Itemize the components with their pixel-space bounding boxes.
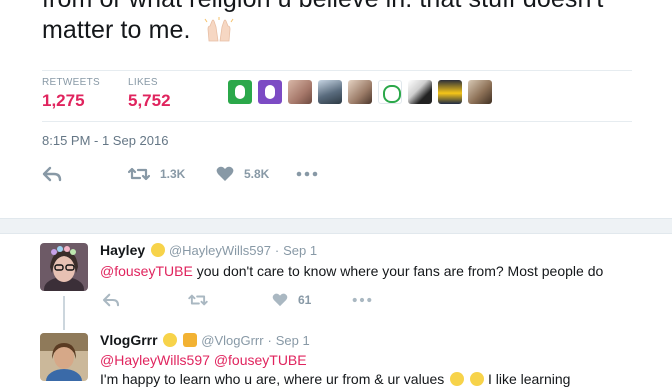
- avatar[interactable]: [40, 333, 88, 381]
- tweet-text-line-2: matter to me.: [42, 15, 652, 46]
- mention-link[interactable]: @fouseyTUBE: [214, 352, 307, 368]
- retweet-count: 1.3K: [160, 167, 186, 181]
- display-name[interactable]: VlogGrrr: [100, 332, 158, 348]
- separator: ·: [267, 333, 272, 348]
- smile-icon: [470, 372, 485, 386]
- reply-header: VlogGrrr @VlogGrrr · Sep 1: [100, 332, 310, 348]
- handle[interactable]: @VlogGrrr: [201, 333, 263, 348]
- reply-header: Hayley @HayleyWills597 · Sep 1: [100, 242, 317, 258]
- reply-tweet[interactable]: Hayley @HayleyWills597 · Sep 1 @fouseyTU…: [0, 233, 672, 328]
- heart-icon: [216, 166, 234, 182]
- muscle-icon: [183, 333, 198, 347]
- mention-link[interactable]: @HayleyWills597: [100, 352, 210, 368]
- grin-icon: [450, 372, 465, 386]
- reply-icon: [102, 293, 120, 307]
- retweet-button[interactable]: 1.3K: [128, 162, 185, 186]
- smiley-icon: [163, 333, 178, 347]
- thread-line: [63, 296, 65, 330]
- tweet-stats: RETWEETS 1,275 LIKES 5,752: [42, 70, 632, 122]
- liker-avatar[interactable]: [287, 80, 312, 104]
- reply-body: I'm happy to learn who u are, where ur f…: [100, 371, 570, 387]
- retweets-value: 1,275: [42, 91, 85, 110]
- tweet-text-line-2-text: matter to me.: [42, 16, 191, 44]
- avatar[interactable]: [40, 243, 88, 291]
- retweet-icon: [128, 166, 150, 182]
- more-button[interactable]: [352, 290, 372, 310]
- liker-avatar[interactable]: [257, 80, 282, 104]
- liker-avatar[interactable]: [317, 80, 342, 104]
- retweets-label: RETWEETS: [42, 77, 100, 88]
- likes-label: LIKES: [128, 77, 158, 88]
- reply-time[interactable]: Sep 1: [283, 243, 317, 258]
- likes-stat[interactable]: LIKES 5,752: [128, 77, 171, 111]
- tweet-text: from or what religion u believe in. that…: [42, 0, 652, 46]
- reply-time[interactable]: Sep 1: [276, 333, 310, 348]
- reply-button[interactable]: [102, 290, 120, 310]
- like-count: 5.8K: [244, 167, 270, 181]
- liker-avatar[interactable]: [407, 80, 432, 104]
- retweets-stat[interactable]: RETWEETS 1,275: [42, 77, 100, 111]
- liker-avatar[interactable]: [228, 80, 252, 104]
- reply-tweet[interactable]: VlogGrrr @VlogGrrr · Sep 1 @HayleyWills5…: [0, 328, 672, 388]
- liker-avatar[interactable]: [347, 80, 372, 104]
- like-count: 61: [298, 293, 312, 307]
- reply-body-text-end: I like learning: [487, 371, 571, 387]
- main-tweet: from or what religion u believe in. that…: [0, 0, 672, 218]
- reply-actions: 61: [100, 290, 500, 310]
- more-icon: [296, 171, 318, 177]
- like-button[interactable]: 61: [272, 290, 311, 310]
- retweet-button[interactable]: [188, 290, 208, 310]
- reply-mentions: @HayleyWills597 @fouseyTUBE: [100, 352, 307, 368]
- handle[interactable]: @HayleyWills597: [169, 243, 271, 258]
- tweet-text-line-1: from or what religion u believe in. that…: [42, 0, 652, 15]
- reply-icon: [42, 166, 62, 182]
- separator: ·: [274, 243, 280, 258]
- raised-hands-icon: [204, 17, 234, 43]
- reply-body: you don't care to know where your fans a…: [192, 263, 604, 279]
- likes-value: 5,752: [128, 91, 171, 110]
- more-icon: [352, 297, 372, 303]
- reply-body-text: I'm happy to learn who u are, where ur f…: [100, 371, 445, 387]
- liker-avatar[interactable]: [437, 80, 462, 104]
- display-name[interactable]: Hayley: [100, 242, 145, 258]
- liker-avatar[interactable]: [467, 80, 492, 104]
- retweet-icon: [188, 293, 208, 307]
- mention-link[interactable]: @fouseyTUBE: [100, 263, 193, 279]
- section-divider: [0, 218, 672, 234]
- reply-text: @fouseyTUBE you don't care to know where…: [100, 263, 603, 279]
- more-button[interactable]: [296, 162, 318, 186]
- heart-icon: [272, 293, 288, 307]
- liker-avatars: [228, 80, 493, 106]
- tweet-timestamp[interactable]: 8:15 PM - 1 Sep 2016: [42, 133, 168, 148]
- chick-icon: [151, 243, 166, 257]
- liker-avatar[interactable]: [377, 80, 402, 104]
- like-button[interactable]: 5.8K: [216, 162, 269, 186]
- reply-button[interactable]: [42, 162, 62, 186]
